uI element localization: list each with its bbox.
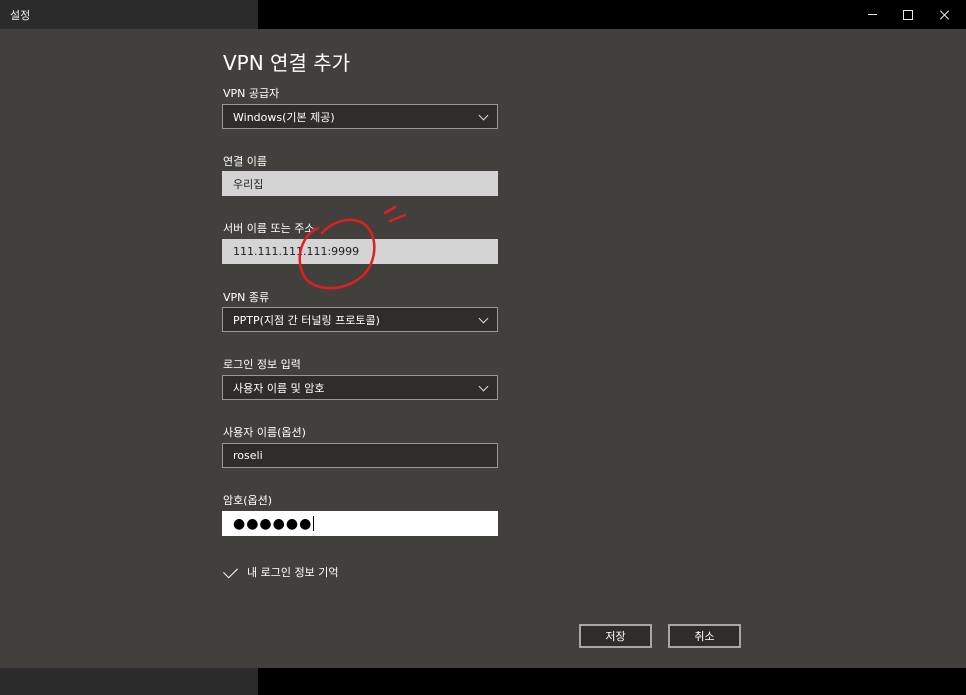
taskbar-left [0, 668, 258, 695]
save-button[interactable]: 저장 [579, 624, 652, 648]
cancel-button[interactable]: 취소 [668, 624, 741, 648]
server-label: 서버 이름 또는 주소 [223, 222, 315, 235]
checkmark-icon [223, 563, 238, 578]
connection-name-value: 우리집 [233, 177, 264, 191]
close-button[interactable] [927, 0, 963, 29]
username-label: 사용자 이름(옵션) [223, 426, 306, 439]
provider-dropdown[interactable]: Windows(기본 제공) [222, 104, 498, 129]
text-caret [313, 516, 315, 531]
server-value: 111.111.111.111:9999 [233, 245, 360, 258]
minimize-button[interactable] [854, 0, 890, 29]
minimize-icon [867, 14, 877, 15]
connection-name-input[interactable]: 우리집 [222, 171, 498, 196]
remember-sign-in-checkbox[interactable]: 내 로그인 정보 기억 [223, 563, 339, 580]
chevron-down-icon [478, 381, 489, 392]
maximize-button[interactable] [890, 0, 926, 29]
provider-value: Windows(기본 제공) [233, 110, 335, 124]
connection-name-label: 연결 이름 [223, 155, 267, 168]
provider-label: VPN 공급자 [223, 87, 280, 100]
maximize-icon [903, 9, 913, 20]
sign-in-info-label: 로그인 정보 입력 [223, 358, 301, 371]
vpn-type-value: PPTP(지점 간 터널링 프로토콜) [233, 313, 380, 327]
taskbar-right [258, 668, 966, 695]
chevron-down-icon [478, 110, 489, 121]
remember-sign-in-label: 내 로그인 정보 기억 [247, 566, 339, 579]
app-title: 설정 [10, 9, 31, 22]
sign-in-info-value: 사용자 이름 및 암호 [233, 381, 325, 395]
password-value: ●●●●●● [233, 515, 313, 532]
username-input[interactable]: roseli [222, 443, 498, 468]
username-value: roseli [233, 449, 263, 462]
close-icon [940, 10, 950, 20]
dialog-title: VPN 연결 추가 [223, 51, 351, 75]
server-input[interactable]: 111.111.111.111:9999 [222, 239, 498, 264]
title-bar: 설정 [0, 0, 258, 29]
chevron-down-icon [478, 313, 489, 324]
vpn-type-dropdown[interactable]: PPTP(지점 간 터널링 프로토콜) [222, 307, 498, 332]
password-label: 암호(옵션) [223, 494, 273, 507]
sign-in-info-dropdown[interactable]: 사용자 이름 및 암호 [222, 375, 498, 400]
password-input[interactable]: ●●●●●● [222, 511, 498, 536]
vpn-type-label: VPN 종류 [223, 291, 270, 304]
